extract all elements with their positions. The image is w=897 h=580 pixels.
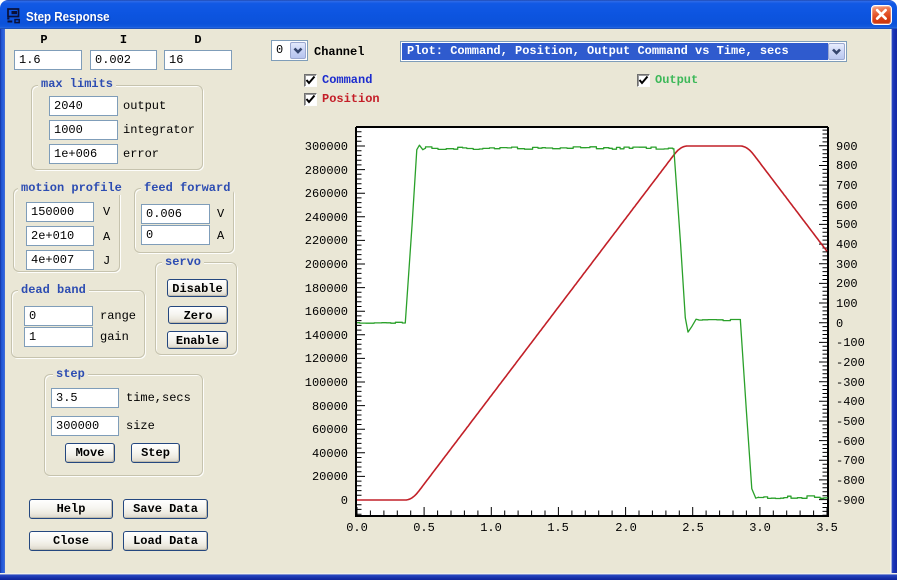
svg-text:240000: 240000 (305, 211, 348, 225)
svg-text:500: 500 (836, 218, 858, 232)
svg-text:60000: 60000 (312, 423, 348, 437)
svg-text:-100: -100 (836, 336, 865, 350)
svg-text:100000: 100000 (305, 376, 348, 390)
svg-text:80000: 80000 (312, 400, 348, 414)
svg-text:-900: -900 (836, 494, 865, 508)
svg-text:200: 200 (836, 277, 858, 291)
svg-text:300000: 300000 (305, 140, 348, 154)
svg-text:300: 300 (836, 258, 858, 272)
svg-text:180000: 180000 (305, 282, 348, 296)
svg-text:-500: -500 (836, 415, 865, 429)
svg-text:-200: -200 (836, 356, 865, 370)
svg-text:600: 600 (836, 199, 858, 213)
svg-text:-400: -400 (836, 395, 865, 409)
svg-text:100: 100 (836, 297, 858, 311)
svg-text:0.5: 0.5 (413, 521, 435, 535)
svg-text:220000: 220000 (305, 234, 348, 248)
svg-text:40000: 40000 (312, 447, 348, 461)
svg-text:1.0: 1.0 (480, 521, 502, 535)
svg-text:3.0: 3.0 (749, 521, 771, 535)
svg-text:-600: -600 (836, 435, 865, 449)
svg-text:0: 0 (836, 317, 843, 331)
svg-text:-300: -300 (836, 376, 865, 390)
svg-text:140000: 140000 (305, 329, 348, 343)
svg-text:20000: 20000 (312, 470, 348, 484)
svg-text:-700: -700 (836, 454, 865, 468)
svg-text:2.5: 2.5 (682, 521, 704, 535)
svg-text:280000: 280000 (305, 164, 348, 178)
svg-text:900: 900 (836, 140, 858, 154)
svg-text:260000: 260000 (305, 187, 348, 201)
svg-text:700: 700 (836, 179, 858, 193)
svg-text:2.0: 2.0 (615, 521, 637, 535)
svg-text:3.5: 3.5 (816, 521, 838, 535)
svg-text:0.0: 0.0 (346, 521, 368, 535)
svg-text:1.5: 1.5 (547, 521, 569, 535)
svg-text:160000: 160000 (305, 305, 348, 319)
svg-text:-800: -800 (836, 474, 865, 488)
svg-text:0: 0 (341, 494, 348, 508)
svg-text:120000: 120000 (305, 352, 348, 366)
svg-text:800: 800 (836, 159, 858, 173)
svg-text:400: 400 (836, 238, 858, 252)
svg-text:200000: 200000 (305, 258, 348, 272)
